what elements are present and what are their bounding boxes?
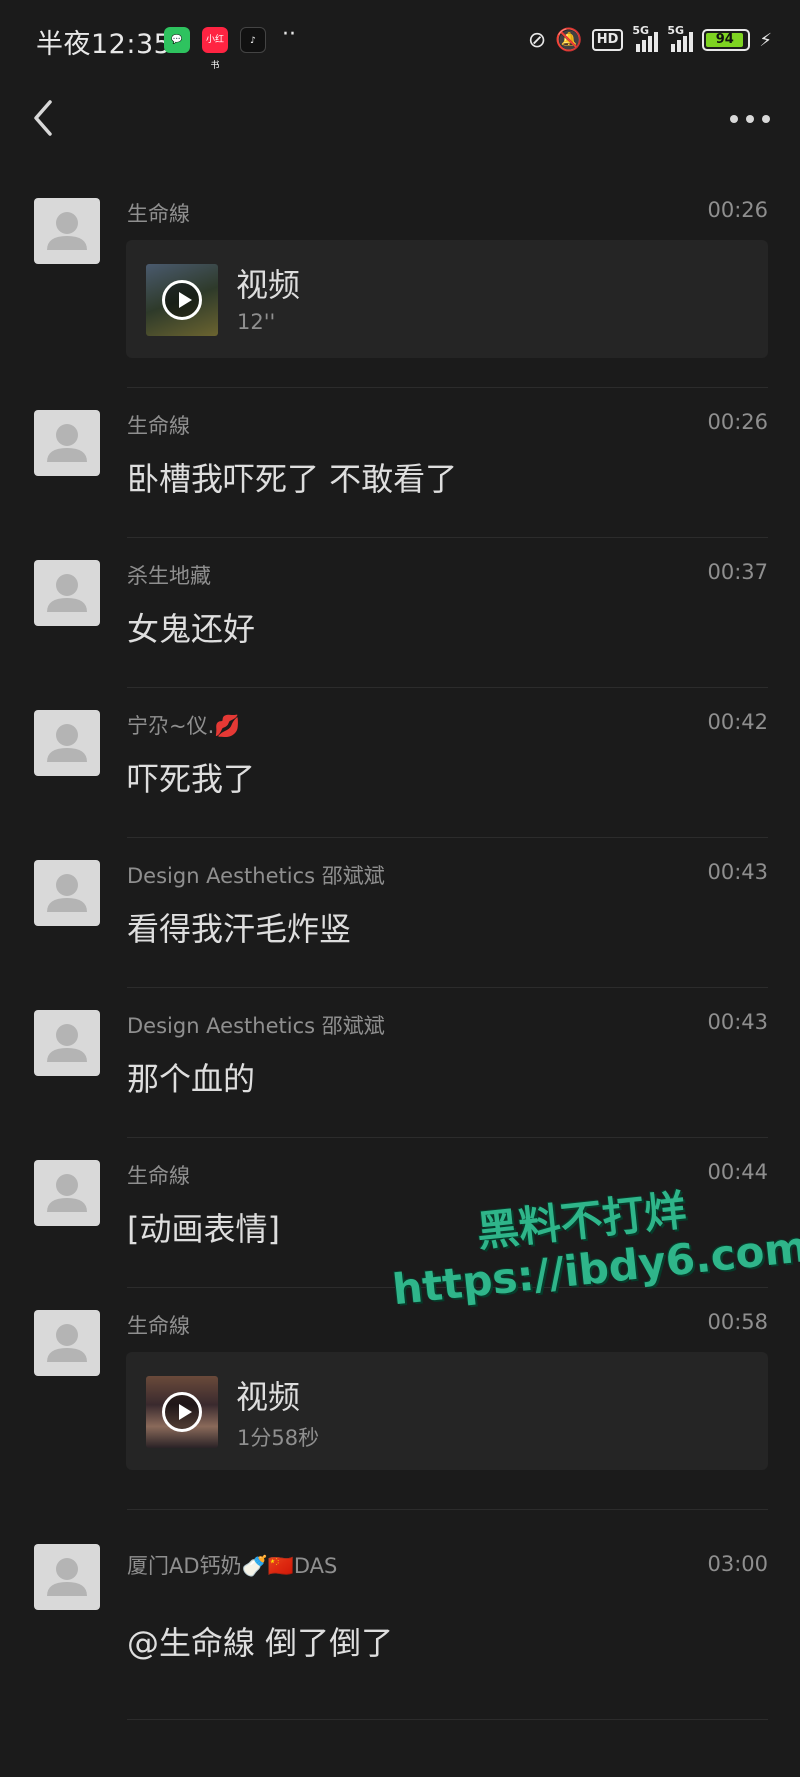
message-text: 看得我汗毛炸竖 [127,910,352,948]
message-item[interactable]: Design Aesthetics 邵斌斌 00:43 那个血的 [0,988,800,1138]
video-title: 视频 [236,266,301,304]
sender-name: 生命線 [127,1314,190,1338]
message-text: 吓死我了 [127,760,256,798]
message-text: 那个血的 [127,1060,256,1098]
more-dots-icon [730,115,770,123]
user-placeholder-icon [47,874,87,912]
message-item[interactable]: 生命線 00:26 卧槽我吓死了 不敢看了 [0,388,800,538]
avatar[interactable] [34,198,100,264]
message-time: 00:58 [707,1310,768,1334]
message-time: 00:44 [707,1160,768,1184]
status-overflow: ·· [282,22,296,47]
avatar[interactable] [34,560,100,626]
nav-bar [0,80,800,158]
link-icon: ⊘ [527,27,547,53]
avatar[interactable] [34,710,100,776]
signal-icon: 5G [632,24,659,52]
message-item[interactable]: 杀生地藏 00:37 女鬼还好 [0,538,800,688]
user-placeholder-icon [47,1174,87,1212]
sender-name: Design Aesthetics 邵斌斌 [127,864,385,888]
user-placeholder-icon [47,1024,87,1062]
video-duration: 1分58秒 [237,1426,320,1450]
video-card[interactable]: 视频 12'' [126,240,768,358]
message-item[interactable]: 生命線 00:44 [动画表情] [0,1138,800,1288]
message-time: 00:26 [707,410,768,434]
avatar[interactable] [34,1160,100,1226]
message-text: [动画表情] [127,1210,280,1248]
message-text: @生命線 倒了倒了 [127,1624,394,1662]
avatar[interactable] [34,1544,100,1610]
divider [127,1719,768,1720]
sender-name: Design Aesthetics 邵斌斌 [127,1014,385,1038]
status-bar: 半夜12:35 💬 小红书 ♪ ·· ⊘ 🔕 HD 5G 5G 94 ⚡ [0,0,800,80]
video-thumbnail [146,1376,218,1448]
sender-name: 宁尕~仪.💋 [127,714,241,738]
status-time: 半夜12:35 [36,29,172,60]
message-item[interactable]: 生命線 00:58 视频 1分58秒 [0,1288,800,1510]
sender-name: 生命線 [127,414,190,438]
video-card[interactable]: 视频 1分58秒 [126,1352,768,1470]
hd-badge: HD [591,29,624,51]
sender-name: 杀生地藏 [127,564,211,588]
mute-bell-icon: 🔕 [555,27,583,53]
user-placeholder-icon [47,1324,87,1362]
message-time: 00:26 [707,198,768,222]
xiaohongshu-icon: 小红书 [202,27,228,71]
play-icon [162,280,202,320]
message-time: 00:37 [707,560,768,584]
battery-icon: 94 [702,29,751,51]
message-time: 03:00 [707,1552,768,1576]
avatar[interactable] [34,860,100,926]
video-title: 视频 [236,1378,301,1416]
more-button[interactable] [728,104,772,134]
video-thumbnail [146,264,218,336]
battery-level: 94 [706,33,744,47]
avatar[interactable] [34,410,100,476]
message-item[interactable]: 生命線 00:26 视频 12'' [0,176,800,388]
message-time: 00:43 [707,1010,768,1034]
message-item[interactable]: 宁尕~仪.💋 00:42 吓死我了 [0,688,800,838]
message-text: 卧槽我吓死了 不敢看了 [127,460,458,498]
message-text: 女鬼还好 [127,610,256,648]
sender-name: 厦门AD钙奶🍼🇨🇳DAS [127,1554,338,1578]
video-duration: 12'' [237,310,276,334]
user-placeholder-icon [47,424,87,462]
message-time: 00:42 [707,710,768,734]
message-item[interactable]: 厦门AD钙奶🍼🇨🇳DAS 03:00 @生命線 倒了倒了 [0,1510,800,1720]
back-button[interactable] [24,96,64,140]
user-placeholder-icon [47,1558,87,1596]
sender-name: 生命線 [127,202,190,226]
message-list[interactable]: 生命線 00:26 视频 12'' 生命線 00:26 卧槽我吓死了 不敢看了 [0,176,800,1720]
avatar[interactable] [34,1010,100,1076]
message-item[interactable]: Design Aesthetics 邵斌斌 00:43 看得我汗毛炸竖 [0,838,800,988]
music-icon: ♪ [240,27,266,53]
user-placeholder-icon [47,574,87,612]
chevron-left-icon [34,100,52,136]
play-icon [162,1392,202,1432]
sender-name: 生命線 [127,1164,190,1188]
message-time: 00:43 [707,860,768,884]
user-placeholder-icon [47,724,87,762]
signal-icon-2: 5G [667,24,694,52]
charging-icon: ⚡ [759,29,772,51]
wechat-icon: 💬 [164,27,190,53]
avatar[interactable] [34,1310,100,1376]
user-placeholder-icon [47,212,87,250]
